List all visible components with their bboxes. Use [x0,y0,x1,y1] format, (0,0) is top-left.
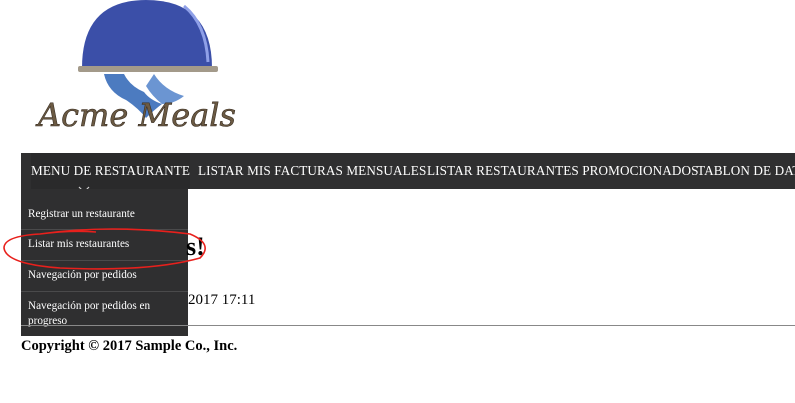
nav-item-menu-de-restaurante[interactable]: MENU DE RESTAURANTE [31,153,191,189]
dropdown-divider [21,260,188,261]
welcome-heading: s! [186,232,205,261]
dropdown-item-label: Registrar un restaurante [28,208,135,220]
nav-item-label: LISTAR MIS FACTURAS MENSUALES [198,163,427,178]
dropdown-item-registrar-restaurante[interactable]: Registrar un restaurante [21,207,188,222]
footer-divider [21,325,795,326]
dropdown-item-label: Listar mis restaurantes [28,238,130,250]
nav-item-label: MENU DE RESTAURANTE [31,163,191,178]
nav-item-label: TABLON DE DAT [697,163,795,178]
dropdown-item-label: Navegación por pedidos [28,269,137,281]
nav-item-label: LISTAR RESTAURANTES PROMOCIONADOS [427,163,699,178]
serving-cloche-icon: Acme Meals [35,0,236,134]
current-date-text: 2017 17:11 [188,292,256,308]
svg-text:Acme Meals: Acme Meals [35,96,236,134]
nav-item-tablon-de-datos[interactable]: TABLON DE DAT [697,153,795,189]
restaurant-menu-dropdown: Registrar un restaurante Listar mis rest… [21,189,188,336]
copyright-text: Copyright © 2017 Sample Co., Inc. [21,338,238,354]
acme-meals-logo[interactable]: Acme Meals [34,0,254,140]
dropdown-item-label: Navegación por pedidos en progreso [28,300,151,327]
main-nav: MENU DE RESTAURANTE LISTAR MIS FACTURAS … [21,153,795,189]
dropdown-item-listar-mis-restaurantes[interactable]: Listar mis restaurantes [21,237,188,252]
dropdown-divider [21,229,188,230]
nav-item-listar-mis-facturas-mensuales[interactable]: LISTAR MIS FACTURAS MENSUALES [198,153,426,189]
dropdown-item-navegacion-por-pedidos[interactable]: Navegación por pedidos [21,268,188,283]
dropdown-divider [21,291,188,292]
nav-item-listar-restaurantes-promocionados[interactable]: LISTAR RESTAURANTES PROMOCIONADOS [427,153,699,189]
